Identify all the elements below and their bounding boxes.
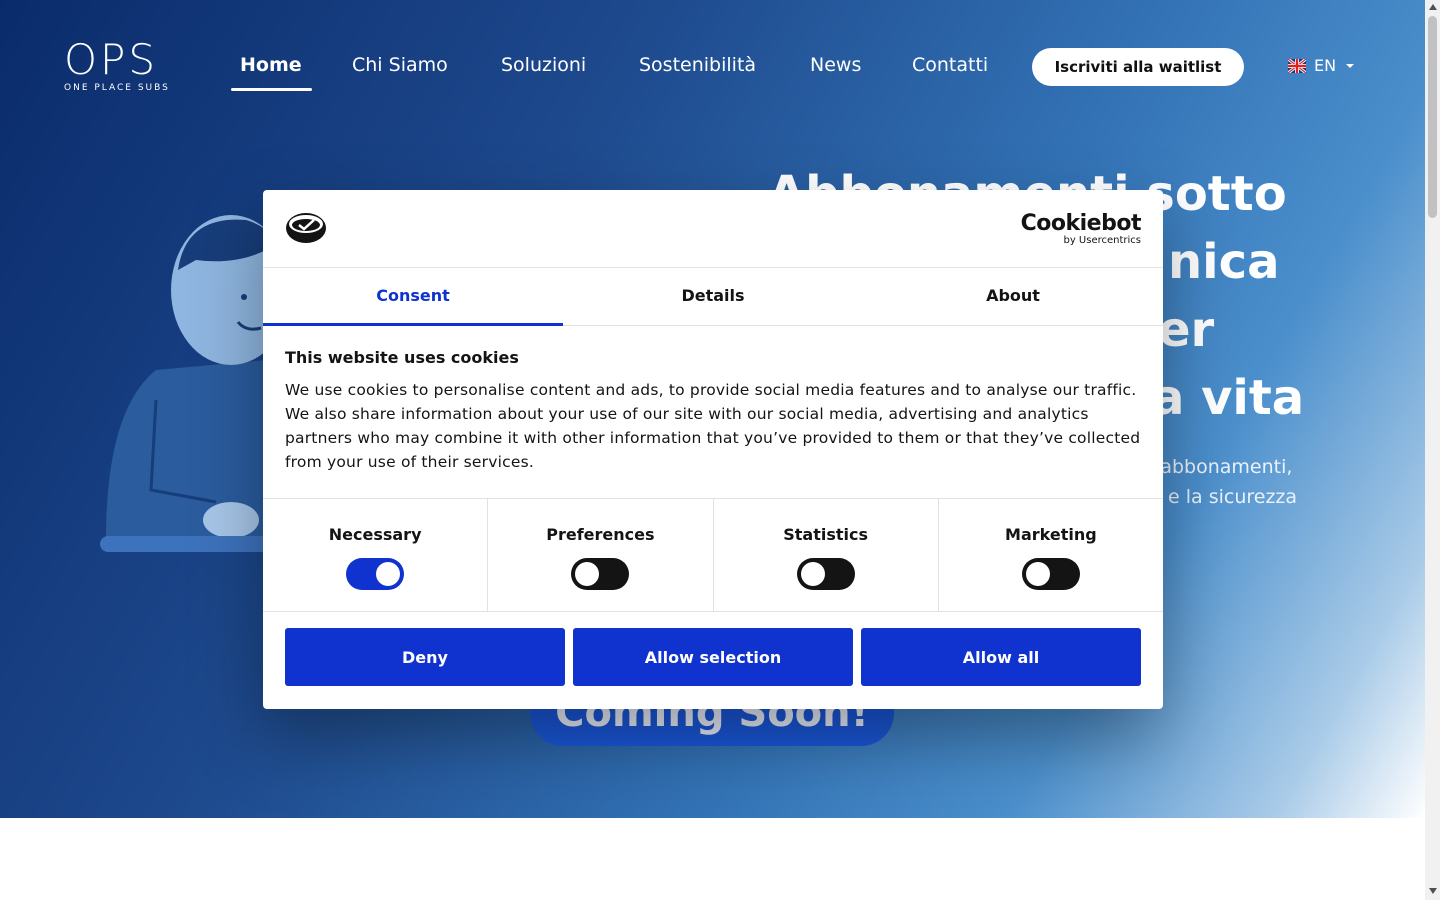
tab-consent[interactable]: Consent <box>263 268 563 326</box>
brand-name: Cookiebot <box>1020 211 1142 236</box>
brand-byline: by Usercentrics <box>1063 235 1141 246</box>
scroll-up-arrow-icon[interactable] <box>1429 4 1437 10</box>
chevron-down-icon <box>1346 63 1355 68</box>
page-scrollbar[interactable] <box>1425 0 1440 900</box>
statistics-toggle[interactable] <box>796 558 855 590</box>
uk-flag-icon <box>1288 58 1306 73</box>
nav-news[interactable]: News <box>810 54 861 76</box>
dialog-description: We use cookies to personalise content an… <box>285 381 1141 471</box>
language-label: EN <box>1314 56 1337 75</box>
nav-soluzioni[interactable]: Soluzioni <box>501 54 586 76</box>
cookie-consent-dialog: Cookiebot by Usercentrics Consent Detail… <box>263 190 1163 709</box>
tab-details[interactable]: Details <box>563 268 863 325</box>
switch-label: Preferences <box>546 525 655 544</box>
necessary-toggle[interactable] <box>346 558 405 590</box>
allow-selection-button[interactable]: Allow selection <box>573 628 853 686</box>
tab-about[interactable]: About <box>863 268 1163 325</box>
dialog-body: This website uses cookies We use cookies… <box>285 348 1141 474</box>
cookiebot-logo-icon <box>286 213 326 243</box>
switch-marketing: Marketing <box>939 499 1163 611</box>
consent-switches: Necessary Preferences Statistics Marketi… <box>263 498 1163 612</box>
switch-label: Necessary <box>328 525 422 544</box>
ops-logo[interactable]: OPS ONE PLACE SUBS <box>64 38 174 96</box>
marketing-toggle[interactable] <box>1021 558 1080 590</box>
nav-contatti[interactable]: Contatti <box>912 54 988 76</box>
preferences-toggle[interactable] <box>571 558 630 590</box>
logo-tagline: ONE PLACE SUBS <box>64 83 170 93</box>
deny-button[interactable]: Deny <box>285 628 565 686</box>
dialog-tabs: Consent Details About <box>263 268 1163 326</box>
navbar: OPS ONE PLACE SUBS Home Chi Siamo Soluzi… <box>0 0 1425 130</box>
switch-statistics: Statistics <box>714 499 939 611</box>
dialog-buttons: Deny Allow selection Allow all <box>285 628 1141 686</box>
dialog-title: This website uses cookies <box>285 348 519 367</box>
nav-chi-siamo[interactable]: Chi Siamo <box>352 54 448 76</box>
toggle-knob <box>800 562 825 586</box>
allow-all-button[interactable]: Allow all <box>861 628 1141 686</box>
switch-label: Statistics <box>783 525 868 544</box>
language-selector[interactable]: EN <box>1288 56 1355 75</box>
nav-sostenibilita[interactable]: Sostenibilità <box>639 54 756 76</box>
waitlist-button[interactable]: Iscriviti alla waitlist <box>1032 48 1244 86</box>
scrollbar-thumb[interactable] <box>1428 16 1437 218</box>
nav-active-indicator <box>231 88 312 91</box>
cookiebot-brand[interactable]: Cookiebot by Usercentrics <box>1020 211 1142 246</box>
switch-label: Marketing <box>1005 525 1097 544</box>
nav-home[interactable]: Home <box>240 54 302 76</box>
switch-necessary: Necessary <box>263 499 489 611</box>
switch-preferences: Preferences <box>488 499 714 611</box>
scroll-down-arrow-icon[interactable] <box>1429 888 1437 894</box>
logo-mark: OPS <box>64 35 159 84</box>
dialog-header: Cookiebot by Usercentrics <box>263 190 1163 268</box>
toggle-knob <box>1025 562 1050 586</box>
toggle-knob <box>376 562 401 586</box>
toggle-knob <box>575 562 600 586</box>
